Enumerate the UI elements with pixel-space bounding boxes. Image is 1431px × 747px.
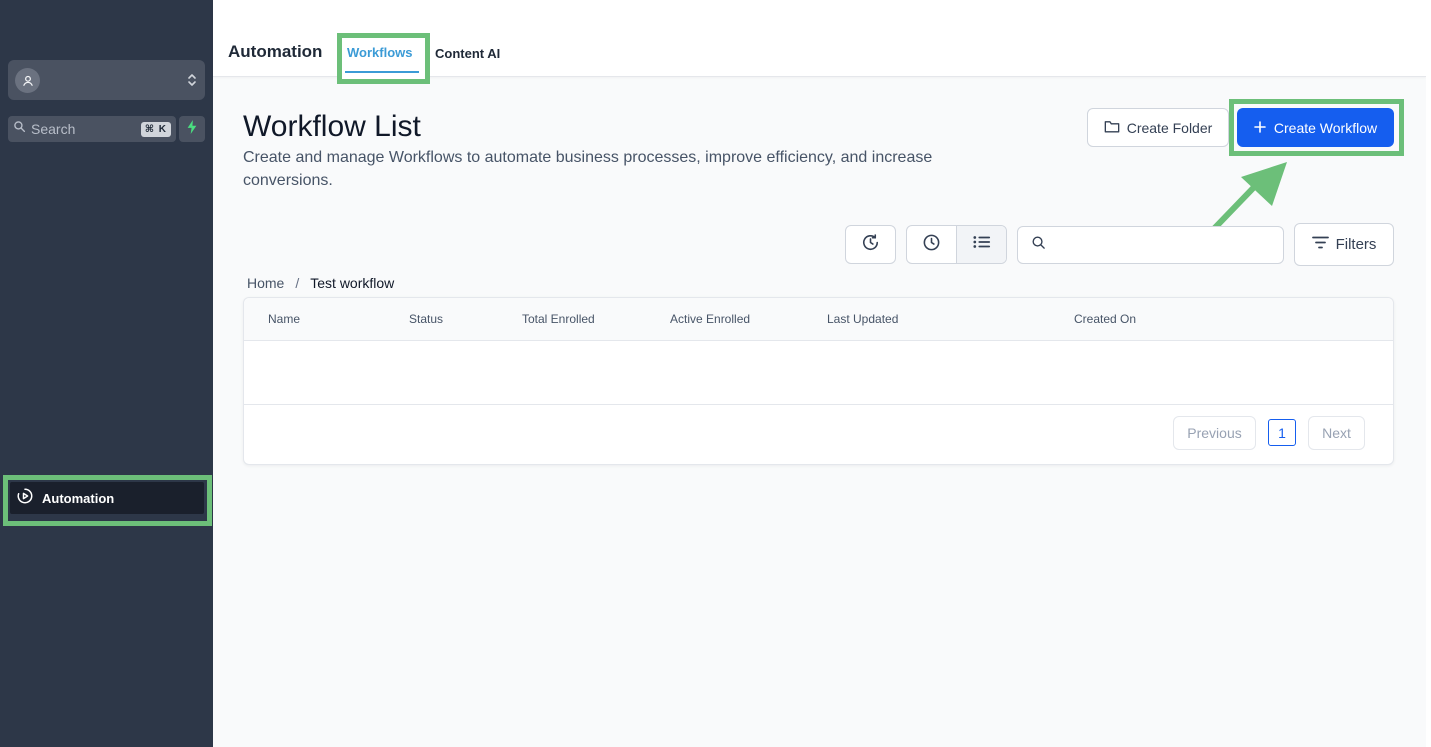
page-number-current[interactable]: 1: [1268, 419, 1296, 446]
breadcrumb-separator: /: [295, 275, 300, 291]
view-recent-button[interactable]: [907, 226, 956, 263]
history-icon: [861, 233, 880, 257]
plus-icon: [1254, 120, 1266, 136]
column-header-status[interactable]: Status: [409, 312, 443, 326]
right-edge: [1426, 0, 1431, 747]
view-list-button[interactable]: [956, 226, 1006, 263]
column-header-last-updated[interactable]: Last Updated: [827, 312, 898, 326]
lightning-icon: [186, 119, 198, 139]
breadcrumb-home[interactable]: Home: [247, 275, 284, 291]
search-shortcut-badge: ⌘ K: [140, 121, 171, 137]
sidebar-item-automation[interactable]: Automation: [10, 482, 204, 514]
top-bar: Automation Workflows Content AI: [213, 0, 1426, 84]
page-subtitle: Create and manage Workflows to automate …: [243, 149, 933, 189]
module-title: Automation: [228, 42, 323, 61]
column-header-total-enrolled[interactable]: Total Enrolled: [522, 312, 595, 326]
column-header-active-enrolled[interactable]: Active Enrolled: [670, 312, 750, 326]
workflow-search-input[interactable]: [1054, 237, 1264, 253]
tab-content-ai[interactable]: Content AI: [435, 46, 500, 61]
sidebar-search-label: Search: [31, 121, 76, 137]
column-header-name[interactable]: Name: [268, 312, 300, 326]
breadcrumb: Home / Test workflow: [247, 275, 394, 291]
create-workflow-button[interactable]: Create Workflow: [1237, 108, 1394, 147]
column-header-created-on[interactable]: Created On: [1074, 312, 1136, 326]
filter-lines-icon: [1311, 236, 1329, 253]
next-page-button[interactable]: Next: [1308, 416, 1365, 450]
filters-label: Filters: [1335, 236, 1377, 253]
active-tab-underline: [345, 71, 419, 73]
create-folder-button[interactable]: Create Folder: [1087, 108, 1229, 147]
page-title: Workflow List: [243, 110, 421, 143]
history-button[interactable]: [845, 225, 896, 264]
create-folder-label: Create Folder: [1126, 119, 1213, 136]
account-switcher[interactable]: [8, 60, 205, 100]
chevron-updown-icon: [187, 72, 197, 88]
clock-icon: [922, 233, 941, 257]
quick-actions-button[interactable]: [179, 116, 205, 142]
folder-icon: [1104, 119, 1120, 137]
table-footer-divider: [244, 404, 1393, 405]
tab-workflows[interactable]: Workflows: [347, 45, 413, 60]
search-icon: [13, 120, 26, 138]
location-icon: [15, 67, 40, 93]
sidebar: Search ⌘ K: [0, 0, 213, 747]
automation-icon: [16, 487, 34, 510]
create-workflow-label: Create Workflow: [1273, 119, 1378, 136]
workflow-table: Name Status Total Enrolled Active Enroll…: [243, 297, 1394, 465]
workflow-search[interactable]: [1017, 226, 1284, 264]
previous-page-button[interactable]: Previous: [1173, 416, 1256, 450]
list-icon: [972, 234, 991, 255]
filters-button[interactable]: Filters: [1294, 223, 1394, 266]
breadcrumb-current: Test workflow: [310, 275, 395, 291]
sidebar-item-label: Automation: [42, 490, 115, 506]
search-icon: [1031, 235, 1046, 255]
view-toggle: [906, 225, 1007, 264]
table-header: Name Status Total Enrolled Active Enroll…: [244, 298, 1393, 341]
sidebar-search[interactable]: Search ⌘ K: [8, 116, 176, 142]
